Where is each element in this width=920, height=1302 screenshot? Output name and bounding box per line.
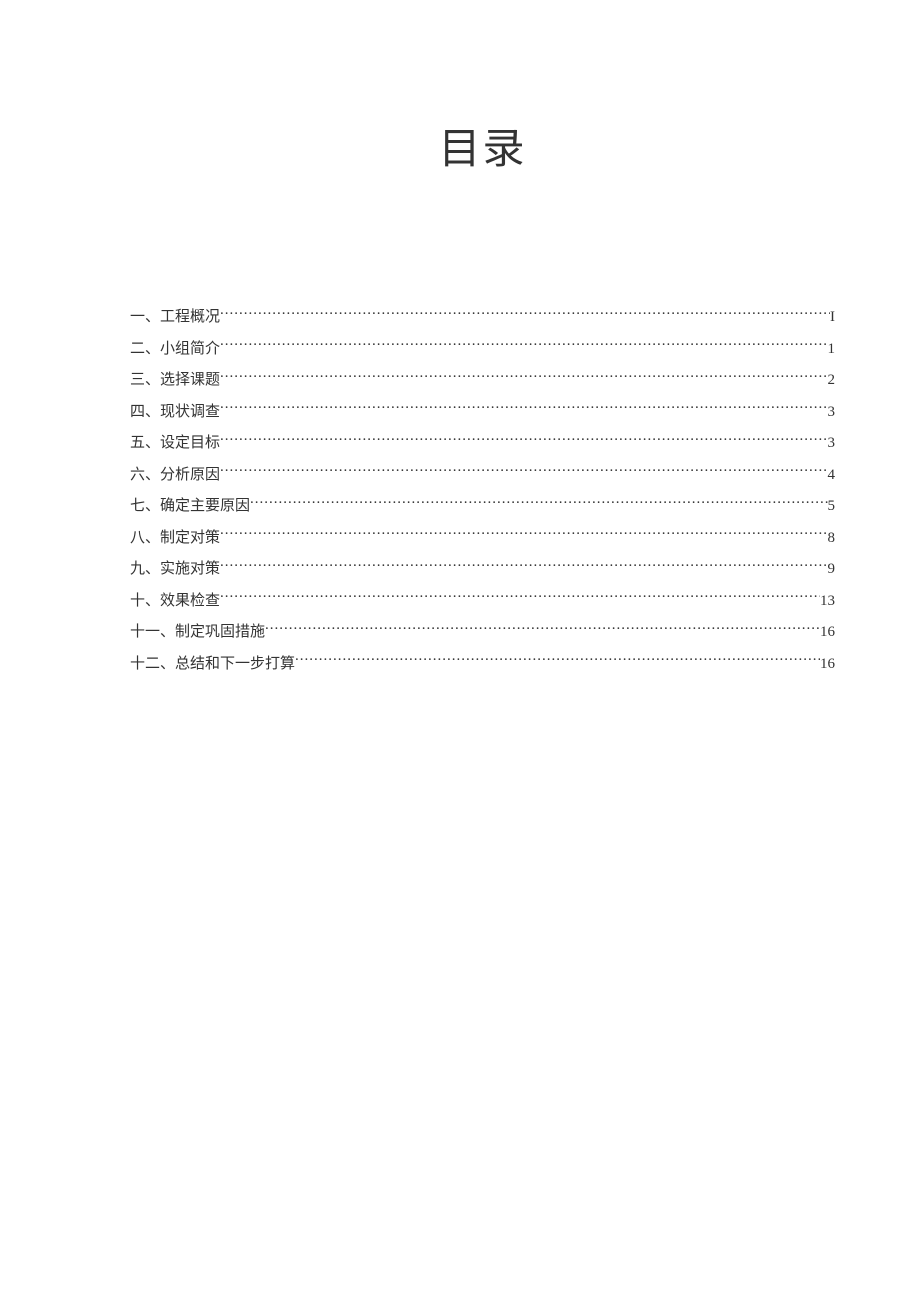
table-of-contents: 一、工程概况 I 二、小组简介 1 三、选择课题 2 四、现状调查 3 五、设定… <box>130 306 835 675</box>
toc-page-number: 3 <box>828 432 836 455</box>
toc-page-number: 9 <box>828 558 836 581</box>
toc-page-number: 16 <box>820 621 835 644</box>
toc-label: 十一、制定巩固措施 <box>130 621 265 644</box>
toc-entry: 三、选择课题 2 <box>130 369 835 392</box>
toc-label: 四、现状调查 <box>130 401 220 424</box>
toc-entry: 二、小组简介 1 <box>130 338 835 361</box>
toc-dots <box>295 653 820 668</box>
toc-dots <box>250 495 827 510</box>
toc-page-number: 4 <box>828 464 836 487</box>
toc-label: 九、实施对策 <box>130 558 220 581</box>
toc-dots <box>220 432 827 447</box>
toc-dots <box>220 527 827 542</box>
toc-label: 一、工程概况 <box>130 306 220 329</box>
toc-entry: 十二、总结和下一步打算 16 <box>130 653 835 676</box>
toc-title: 目录 <box>130 115 835 176</box>
toc-entry: 十、效果检查 13 <box>130 590 835 613</box>
toc-entry: 八、制定对策 8 <box>130 527 835 550</box>
toc-entry: 六、分析原因 4 <box>130 464 835 487</box>
toc-dots <box>220 401 827 416</box>
toc-label: 三、选择课题 <box>130 369 220 392</box>
toc-label: 十、效果检查 <box>130 590 220 613</box>
toc-page-number: 5 <box>828 495 836 518</box>
toc-dots <box>265 621 820 636</box>
toc-label: 六、分析原因 <box>130 464 220 487</box>
toc-entry: 五、设定目标 3 <box>130 432 835 455</box>
toc-entry: 十一、制定巩固措施 16 <box>130 621 835 644</box>
toc-label: 八、制定对策 <box>130 527 220 550</box>
toc-dots <box>220 558 827 573</box>
toc-page-number: 3 <box>828 401 836 424</box>
toc-label: 二、小组简介 <box>130 338 220 361</box>
toc-label: 十二、总结和下一步打算 <box>130 653 295 676</box>
toc-page-number: 16 <box>820 653 835 676</box>
toc-page-number: 2 <box>828 369 836 392</box>
toc-entry: 一、工程概况 I <box>130 306 835 329</box>
toc-entry: 四、现状调查 3 <box>130 401 835 424</box>
toc-entry: 七、确定主要原因 5 <box>130 495 835 518</box>
toc-page-number: 8 <box>828 527 836 550</box>
toc-page-number: I <box>830 306 835 329</box>
document-page: 目录 一、工程概况 I 二、小组简介 1 三、选择课题 2 四、现状调查 3 五… <box>0 0 920 784</box>
toc-page-number: 1 <box>828 338 836 361</box>
toc-dots <box>220 369 827 384</box>
toc-label: 七、确定主要原因 <box>130 495 250 518</box>
toc-dots <box>220 590 820 605</box>
toc-page-number: 13 <box>820 590 835 613</box>
toc-entry: 九、实施对策 9 <box>130 558 835 581</box>
toc-dots <box>220 306 830 321</box>
toc-label: 五、设定目标 <box>130 432 220 455</box>
toc-dots <box>220 338 827 353</box>
toc-dots <box>220 464 827 479</box>
